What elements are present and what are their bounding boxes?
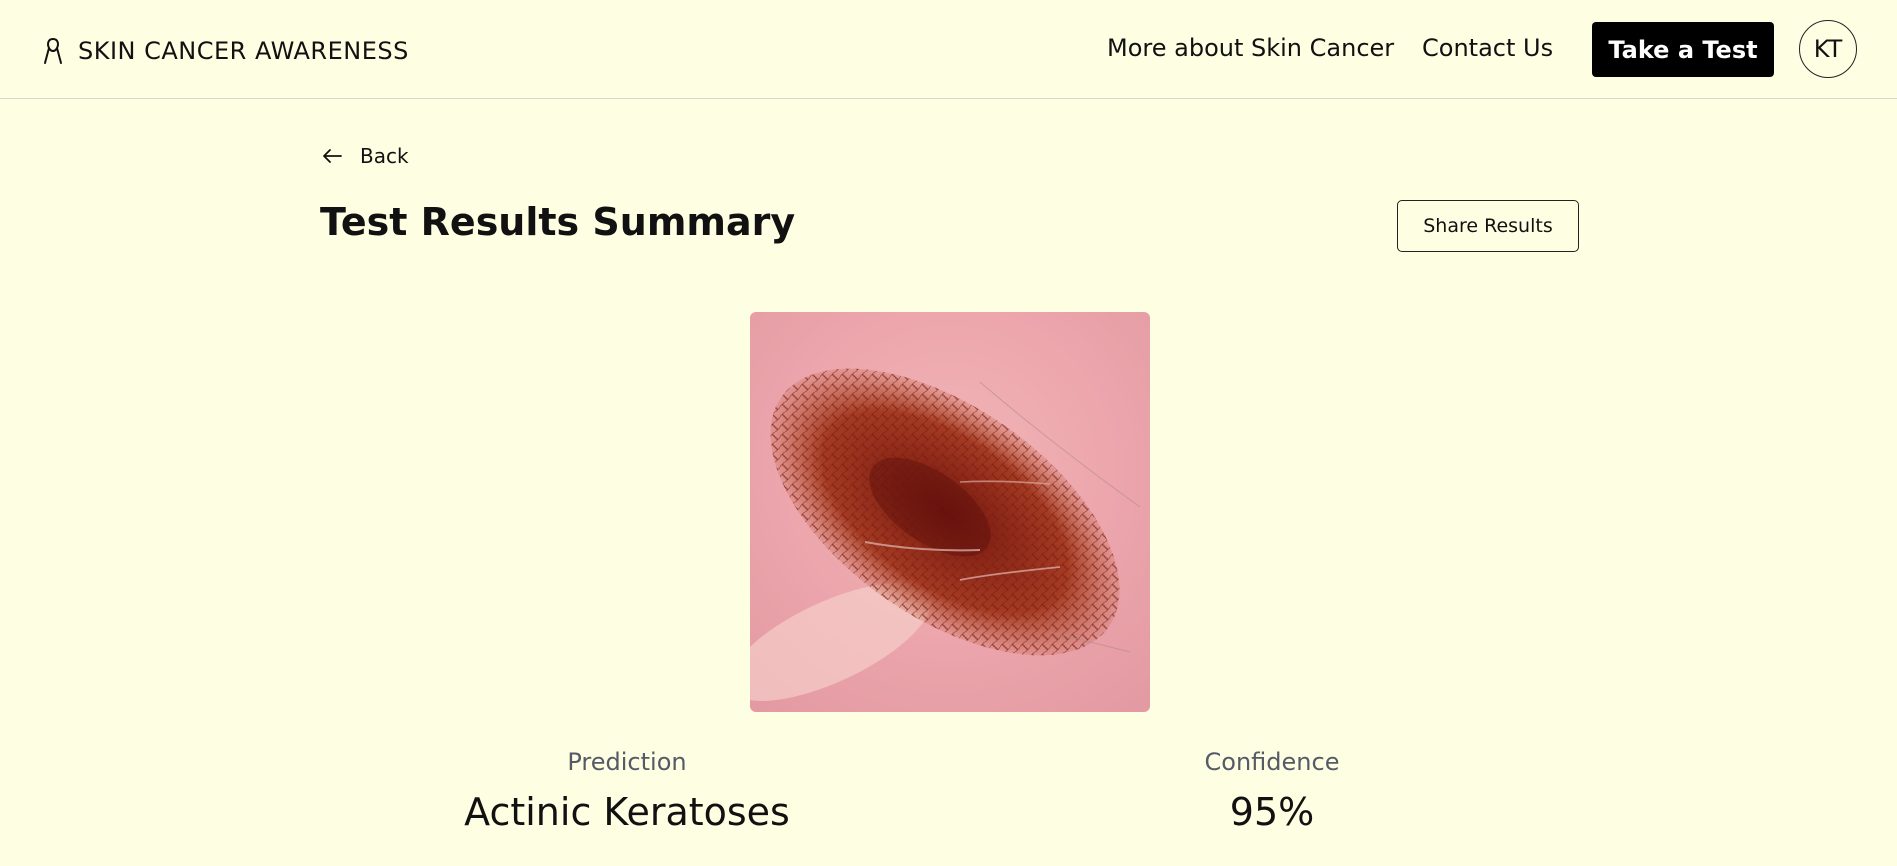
lesion-image	[750, 312, 1150, 712]
back-label: Back	[360, 144, 409, 168]
take-a-test-button[interactable]: Take a Test	[1592, 22, 1774, 77]
prediction-value: Actinic Keratoses	[464, 790, 790, 834]
nav-link-contact-us[interactable]: Contact Us	[1422, 34, 1553, 62]
confidence-value: 95%	[1229, 790, 1315, 834]
ribbon-icon	[42, 36, 64, 66]
share-results-button[interactable]: Share Results	[1397, 200, 1579, 252]
arrow-left-icon	[322, 148, 342, 164]
prediction-block: Prediction Actinic Keratoses	[427, 748, 827, 834]
prediction-label: Prediction	[567, 748, 687, 776]
top-navbar: SKIN CANCER AWARENESS More about Skin Ca…	[0, 0, 1897, 99]
brand-label: SKIN CANCER AWARENESS	[78, 37, 409, 65]
brand[interactable]: SKIN CANCER AWARENESS	[42, 36, 409, 66]
confidence-label: Confidence	[1204, 748, 1340, 776]
avatar[interactable]: KT	[1799, 20, 1857, 78]
confidence-block: Confidence 95%	[1072, 748, 1472, 834]
page-title: Test Results Summary	[320, 200, 796, 244]
nav-link-more-about-skin-cancer[interactable]: More about Skin Cancer	[1107, 34, 1394, 62]
back-link[interactable]: Back	[322, 144, 409, 168]
